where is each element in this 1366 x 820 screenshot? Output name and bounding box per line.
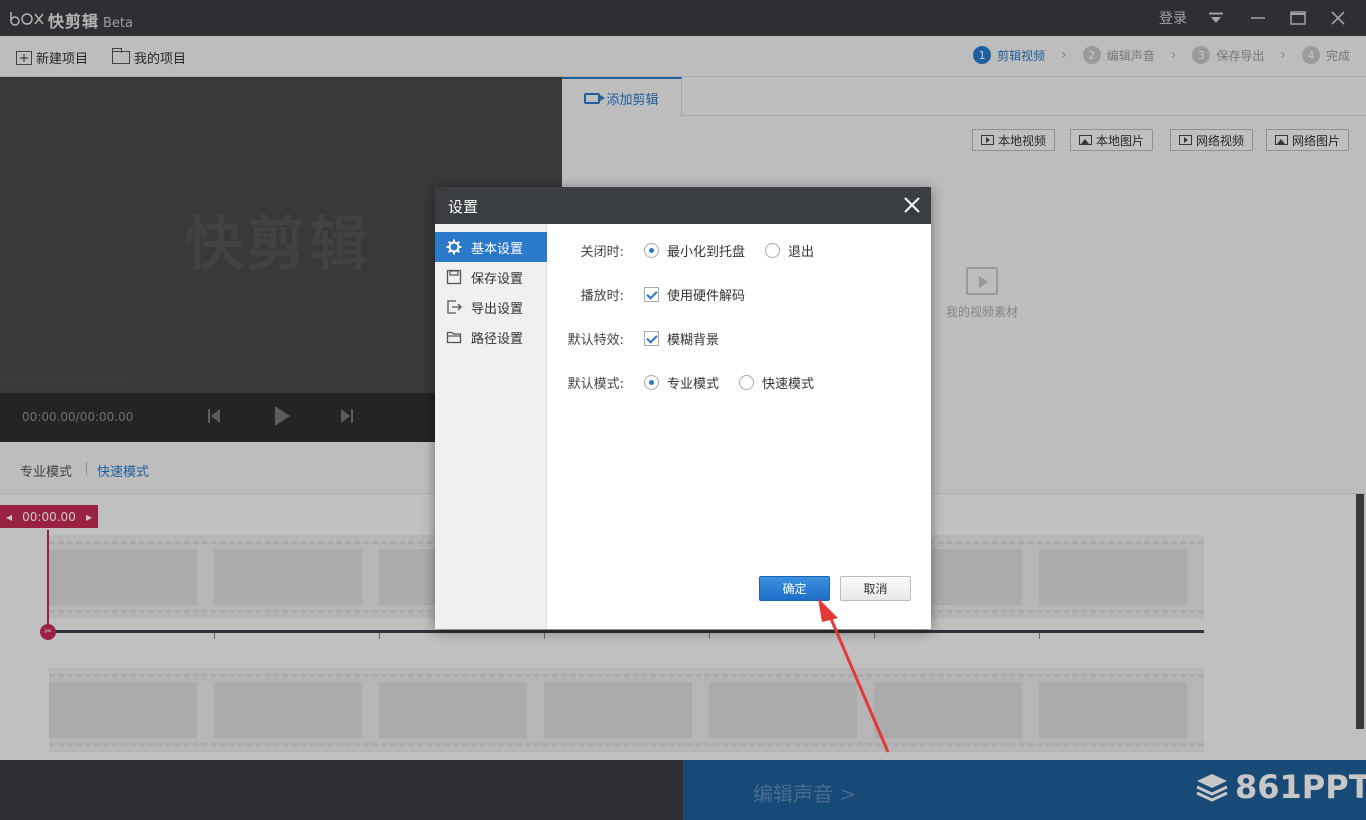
setting-effect-row: 默认特效: 模糊背景	[547, 326, 931, 350]
radio-minimize[interactable]	[644, 242, 659, 258]
cancel-button[interactable]: 取消	[840, 576, 911, 601]
play-label: 播放时:	[580, 288, 624, 304]
hardware-decode-option[interactable]: 使用硬件解码	[644, 285, 745, 304]
setting-close-row: 关闭时: 最小化到托盘 退出	[547, 238, 931, 262]
close-label: 关闭时:	[580, 244, 624, 260]
gear-icon	[446, 239, 462, 255]
effect-label: 默认特效:	[567, 332, 624, 348]
sidebar-item-save[interactable]: 保存设置	[435, 262, 547, 292]
radio-pro-mode[interactable]	[644, 374, 659, 390]
close-minimize-option[interactable]: 最小化到托盘	[644, 241, 745, 260]
sidebar-item-label: 路径设置	[471, 331, 524, 347]
folder-icon	[446, 329, 462, 345]
option-label: 专业模式	[667, 376, 720, 392]
settings-sidebar: 基本设置 保存设置 导出设置 路径设置	[435, 224, 547, 629]
sidebar-item-label: 保存设置	[471, 271, 524, 287]
sidebar-item-label: 基本设置	[471, 241, 524, 257]
dialog-close-icon[interactable]	[902, 195, 922, 215]
save-icon	[446, 269, 462, 285]
sidebar-item-export[interactable]: 导出设置	[435, 292, 547, 322]
settings-dialog: 设置 基本设置 保存设置 导出设置 路径设置 关闭时: 最小化到托盘 退出 播放…	[435, 187, 931, 629]
setting-play-row: 播放时: 使用硬件解码	[547, 282, 931, 306]
radio-exit[interactable]	[765, 242, 781, 258]
dialog-header: 设置	[435, 187, 931, 224]
mode-label: 默认模式:	[567, 376, 624, 392]
checkbox-hardware-decode[interactable]	[644, 286, 659, 302]
radio-fast-mode[interactable]	[739, 374, 755, 390]
dialog-title: 设置	[448, 198, 479, 216]
option-label: 模糊背景	[667, 332, 720, 348]
setting-mode-row: 默认模式: 专业模式 快速模式	[547, 370, 931, 394]
pro-mode-option[interactable]: 专业模式	[644, 373, 719, 392]
close-exit-option[interactable]: 退出	[765, 241, 814, 260]
blur-background-option[interactable]: 模糊背景	[644, 329, 719, 348]
fast-mode-option[interactable]: 快速模式	[739, 373, 814, 392]
sidebar-item-basic[interactable]: 基本设置	[435, 232, 547, 262]
sidebar-item-path[interactable]: 路径设置	[435, 322, 547, 352]
option-label: 退出	[788, 244, 815, 260]
option-label: 使用硬件解码	[667, 288, 746, 304]
ok-button[interactable]: 确定	[759, 576, 830, 601]
option-label: 最小化到托盘	[667, 244, 746, 260]
checkbox-blur-background[interactable]	[644, 330, 659, 346]
export-icon	[446, 299, 462, 315]
sidebar-item-label: 导出设置	[471, 301, 524, 317]
option-label: 快速模式	[762, 376, 815, 392]
